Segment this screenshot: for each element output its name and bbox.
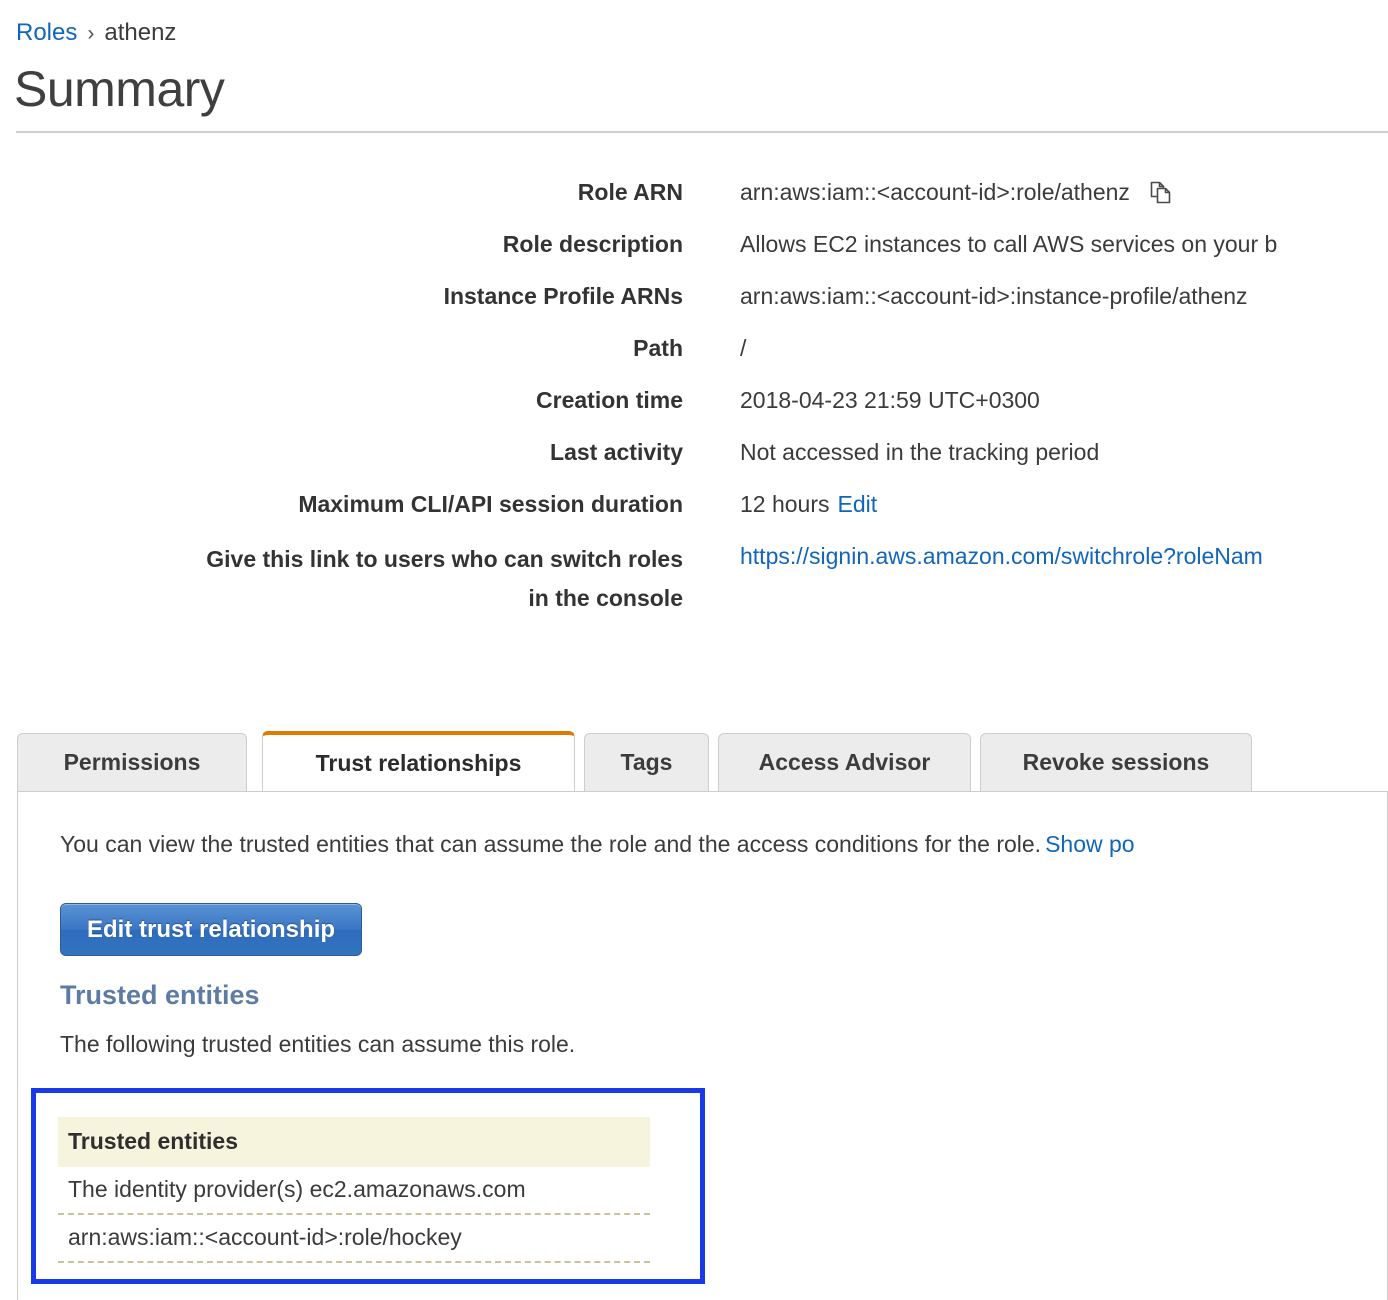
table-row[interactable]: arn:aws:iam::<account-id>:role/hockey <box>58 1214 650 1263</box>
property-row-session-duration: Maximum CLI/API session duration 12 hour… <box>0 488 1388 520</box>
panel-intro-text: You can view the trusted entities that c… <box>60 829 1135 859</box>
property-value-role-arn: arn:aws:iam::<account-id>:role/athenz <box>740 176 1388 208</box>
property-row-path: Path / <box>0 332 1388 364</box>
panel-intro-sentence: You can view the trusted entities that c… <box>60 831 1042 857</box>
switch-role-label-line2: in the console <box>528 585 683 611</box>
copy-icon[interactable] <box>1148 180 1174 206</box>
property-label-instance-profile-arns: Instance Profile ARNs <box>443 283 683 309</box>
property-value-session-duration: 12 hours Edit <box>740 488 1388 520</box>
trusted-entities-subtext: The following trusted entities can assum… <box>60 1031 576 1057</box>
property-row-last-activity: Last activity Not accessed in the tracki… <box>0 436 1388 468</box>
property-label-last-activity: Last activity <box>550 439 683 465</box>
property-value-instance-profile-arns: arn:aws:iam::<account-id>:instance-profi… <box>740 283 1248 309</box>
property-row-role-arn: Role ARN arn:aws:iam::<account-id>:role/… <box>0 176 1388 208</box>
role-arn-text: arn:aws:iam::<account-id>:role/athenz <box>740 179 1130 205</box>
edit-session-duration-link[interactable]: Edit <box>838 488 878 520</box>
switch-role-url-link[interactable]: https://signin.aws.amazon.com/switchrole… <box>740 540 1263 572</box>
trusted-entities-highlight-box: Trusted entities The identity provider(s… <box>31 1088 705 1284</box>
property-row-instance-profile-arns: Instance Profile ARNs arn:aws:iam::<acco… <box>0 280 1388 312</box>
property-label-role-arn: Role ARN <box>577 179 683 205</box>
breadcrumb-link-roles[interactable]: Roles <box>16 19 77 46</box>
tab-revoke-sessions[interactable]: Revoke sessions <box>980 733 1252 791</box>
tab-access-advisor[interactable]: Access Advisor <box>718 733 971 791</box>
tab-tags[interactable]: Tags <box>584 733 709 791</box>
property-row-role-description: Role description Allows EC2 instances to… <box>0 228 1388 260</box>
property-value-creation-time: 2018-04-23 21:59 UTC+0300 <box>740 387 1040 413</box>
role-summary-properties: Role ARN arn:aws:iam::<account-id>:role/… <box>0 176 1388 638</box>
page-title: Summary <box>14 61 225 117</box>
property-label-session-duration: Maximum CLI/API session duration <box>298 491 683 517</box>
trust-relationships-panel: You can view the trusted entities that c… <box>17 791 1388 1300</box>
breadcrumb-current-athenz: athenz <box>104 19 177 46</box>
edit-trust-relationship-button[interactable]: Edit trust relationship <box>60 903 363 956</box>
breadcrumb-separator-icon: › <box>87 22 95 45</box>
breadcrumb: Roles › athenz <box>16 18 176 49</box>
property-value-role-description: Allows EC2 instances to call AWS service… <box>740 231 1278 257</box>
session-duration-text: 12 hours <box>740 491 830 517</box>
table-header-row: Trusted entities <box>58 1117 650 1167</box>
property-label-role-description: Role description <box>502 231 683 257</box>
trusted-entity-cell-1: arn:aws:iam::<account-id>:role/hockey <box>58 1214 650 1263</box>
switch-role-label-line1: Give this link to users who can switch r… <box>206 546 683 572</box>
property-value-switch-role-link: https://signin.aws.amazon.com/switchrole… <box>740 540 1388 572</box>
property-value-last-activity: Not accessed in the tracking period <box>740 439 1100 465</box>
property-row-switch-role-link: Give this link to users who can switch r… <box>0 540 1388 618</box>
trusted-entities-table: Trusted entities The identity provider(s… <box>58 1117 650 1263</box>
property-label-creation-time: Creation time <box>536 387 683 413</box>
property-label-path: Path <box>633 335 683 361</box>
table-column-header-trusted-entities: Trusted entities <box>58 1117 650 1167</box>
property-label-switch-role-link: Give this link to users who can switch r… <box>0 540 683 618</box>
show-policy-document-link[interactable]: Show po <box>1045 831 1135 857</box>
table-row[interactable]: The identity provider(s) ec2.amazonaws.c… <box>58 1167 650 1215</box>
title-divider <box>16 131 1388 133</box>
tab-trust-relationships[interactable]: Trust relationships <box>262 731 575 791</box>
trusted-entities-heading: Trusted entities <box>60 980 260 1010</box>
tab-permissions[interactable]: Permissions <box>17 733 247 791</box>
property-value-path: / <box>740 335 747 361</box>
property-row-creation-time: Creation time 2018-04-23 21:59 UTC+0300 <box>0 384 1388 416</box>
trusted-entity-cell-0: The identity provider(s) ec2.amazonaws.c… <box>58 1167 650 1215</box>
role-detail-tabs: Permissions Trust relationships Tags Acc… <box>17 731 1388 793</box>
